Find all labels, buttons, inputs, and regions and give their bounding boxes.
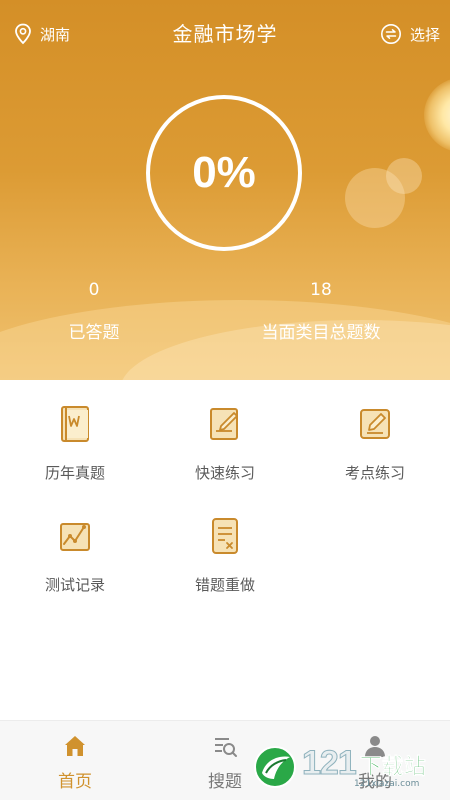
feature-past-exams[interactable]: 历年真题 <box>0 380 150 490</box>
feature-label: 错题重做 <box>194 576 255 594</box>
progress-ring: 0% <box>146 95 302 251</box>
home-icon <box>65 736 85 756</box>
feature-redo-mistakes[interactable]: 错题重做 <box>150 492 300 602</box>
hero-panel: 湖南 金融市场学 选择 0% 0 已答题 18 当面类目总题数 <box>0 0 450 380</box>
feature-topic-practice[interactable]: 考点练习 <box>300 380 450 490</box>
sun-glow <box>424 78 450 152</box>
feature-test-records[interactable]: 测试记录 <box>0 492 150 602</box>
pencil-note-icon <box>360 409 390 439</box>
answered-stat: 0 已答题 <box>44 280 144 343</box>
progress-percent: 0% <box>192 148 256 197</box>
tab-home[interactable]: 首页 <box>0 721 150 800</box>
answered-count: 0 <box>88 280 100 300</box>
decor-bubble <box>386 158 422 194</box>
feature-label: 快速练习 <box>194 464 255 482</box>
switch-icon <box>380 24 401 44</box>
tab-label: 搜题 <box>208 772 242 792</box>
select-button[interactable]: 选择 <box>380 22 440 46</box>
search-list-icon <box>215 738 237 757</box>
watermark-text: 下载站 <box>359 754 426 780</box>
answered-label: 已答题 <box>68 323 120 343</box>
feature-label: 考点练习 <box>344 464 405 482</box>
watermark-url: 121xiazai.com <box>354 778 420 789</box>
total-count: 18 <box>310 280 332 300</box>
document-x-icon <box>212 518 238 554</box>
book-icon <box>61 406 89 442</box>
feature-label: 历年真题 <box>44 464 105 482</box>
select-label: 选择 <box>409 25 440 44</box>
feature-quick-practice[interactable]: 快速练习 <box>150 380 300 490</box>
total-stat: 18 当面类目总题数 <box>250 280 392 343</box>
edit-note-icon <box>210 408 238 440</box>
feature-label: 测试记录 <box>44 576 105 594</box>
total-label: 当面类目总题数 <box>261 323 381 343</box>
watermark-logo-icon <box>254 746 296 788</box>
tab-label: 首页 <box>58 772 92 792</box>
top-bar: 湖南 金融市场学 选择 <box>0 0 450 66</box>
watermark-number: 121 <box>302 743 358 782</box>
chart-trend-icon <box>60 523 90 551</box>
watermark: 121 下载站 121xiazai.com <box>252 738 442 794</box>
